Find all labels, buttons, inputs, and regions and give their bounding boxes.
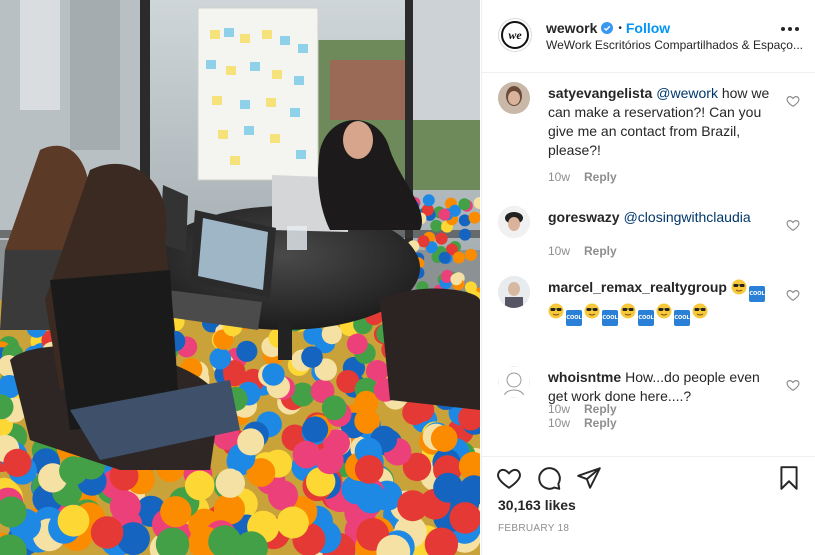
comment-time[interactable]: 10w — [548, 244, 570, 258]
header-name-row: wework • Follow — [546, 20, 670, 36]
comment-bubble-icon[interactable] — [536, 465, 562, 491]
heart-icon[interactable] — [786, 378, 800, 392]
separator-dot: • — [618, 22, 622, 34]
comment-mention[interactable]: @closingwithclaudia — [624, 209, 751, 225]
reply-button[interactable]: Reply — [584, 416, 617, 430]
comments-list[interactable]: satyevangelista @wework how we can make a… — [482, 74, 815, 456]
comment-avatar[interactable] — [498, 366, 530, 398]
post-photo[interactable] — [0, 0, 480, 555]
comment-mention[interactable]: @wework — [656, 85, 718, 101]
comment-body: goreswazy @closingwithclaudia — [548, 208, 770, 227]
post-header: we wework • Follow WeWork Escritórios Co… — [482, 0, 815, 73]
follow-button[interactable]: Follow — [626, 20, 670, 36]
bookmark-icon[interactable] — [776, 465, 802, 491]
sunglasses-face-icon — [620, 303, 636, 319]
reply-button[interactable]: Reply — [584, 244, 617, 258]
comment-item: goreswazy @closingwithclaudia 10w Reply — [498, 198, 800, 262]
sunglasses-face-icon — [731, 279, 747, 295]
post-side-panel: we wework • Follow WeWork Escritórios Co… — [481, 0, 815, 555]
sunglasses-face-icon — [584, 303, 600, 319]
reply-button[interactable]: Reply — [584, 170, 617, 184]
sunglasses-face-icon — [692, 303, 708, 319]
post-author-username[interactable]: wework — [546, 20, 597, 36]
wework-logo: we — [501, 21, 529, 49]
comment-username[interactable]: goreswazy — [548, 209, 620, 225]
comment-body: marcel_remax_realtygroup COOL COOL COOL COOL… — [548, 278, 770, 326]
sunglasses-face-icon — [656, 303, 672, 319]
post-date[interactable]: FEBRUARY 18 — [498, 523, 569, 534]
sunglasses-face-icon — [548, 303, 564, 319]
comment-avatar[interactable] — [498, 206, 530, 238]
comment-username[interactable]: marcel_remax_realtygroup — [548, 279, 727, 295]
heart-icon[interactable] — [786, 288, 800, 302]
post-actions: 30,163 likes FEBRUARY 18 — [482, 456, 815, 555]
heart-icon[interactable] — [786, 94, 800, 108]
comment-username[interactable]: satyevangelista — [548, 85, 652, 101]
cool-button-icon: COOL — [602, 310, 618, 326]
comment-meta: 10w Reply — [548, 416, 617, 430]
comment-item: marcel_remax_realtygroup COOL COOL COOL COOL… — [498, 268, 800, 416]
heart-icon[interactable] — [786, 218, 800, 232]
more-options-icon[interactable] — [781, 27, 799, 33]
comment-item: whoisntme How...do people even get work d… — [498, 358, 800, 448]
cool-button-icon: COOL — [566, 310, 582, 326]
comment-body: whoisntme How...do people even get work d… — [548, 368, 770, 406]
cool-button-icon: COOL — [749, 286, 765, 302]
paper-plane-icon[interactable] — [576, 465, 602, 491]
post-location[interactable]: WeWork Escritórios Compartilhados & Espa… — [546, 38, 802, 52]
comment-username[interactable]: whoisntme — [548, 369, 621, 385]
comment-meta: 10w Reply — [548, 170, 617, 184]
office-ball-pit-photo — [0, 0, 480, 555]
cool-button-icon: COOL — [638, 310, 654, 326]
comment-item: satyevangelista @wework how we can make a… — [498, 74, 800, 192]
likes-count[interactable]: 30,163 likes — [498, 497, 576, 513]
verified-badge-icon — [601, 22, 614, 34]
comment-avatar[interactable] — [498, 82, 530, 114]
comment-avatar[interactable] — [498, 276, 530, 308]
comment-body: satyevangelista @wework how we can make a… — [548, 84, 770, 160]
comment-meta: 10w Reply — [548, 244, 617, 258]
wework-avatar[interactable]: we — [498, 18, 532, 52]
comment-time[interactable]: 10w — [548, 170, 570, 184]
cool-button-icon: COOL — [674, 310, 690, 326]
heart-icon[interactable] — [496, 465, 522, 491]
comment-time[interactable]: 10w — [548, 416, 570, 430]
